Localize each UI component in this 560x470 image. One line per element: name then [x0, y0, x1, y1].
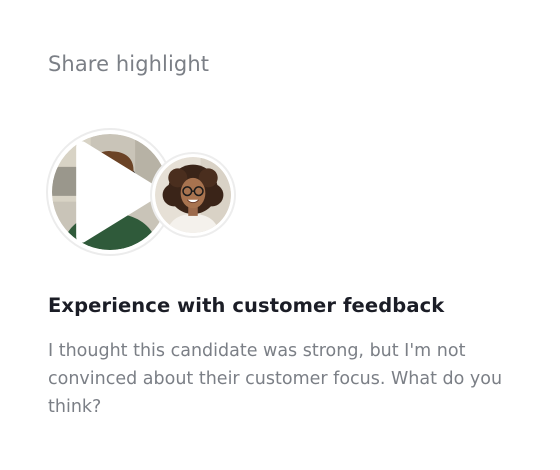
participant-avatars [46, 128, 246, 260]
header-title: Share highlight [48, 52, 210, 76]
candidate-avatar [152, 154, 234, 236]
highlight-comment: I thought this candidate was strong, but… [48, 341, 503, 417]
highlight-title: Experience with customer feedback [48, 294, 445, 317]
share-highlight-card: Share highlight Experience with customer… [0, 0, 560, 470]
